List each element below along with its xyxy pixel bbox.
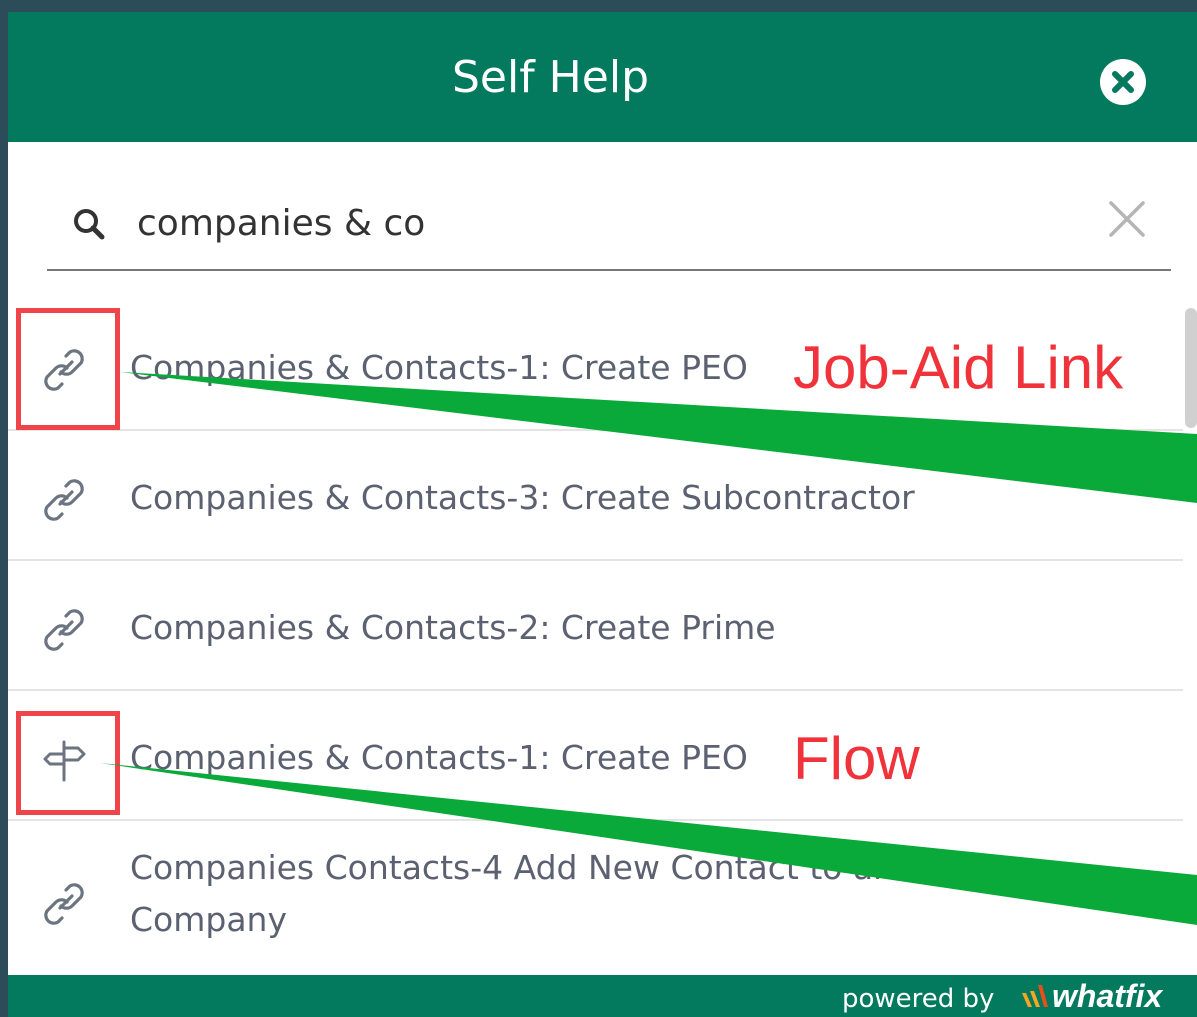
- whatfix-brand: whatfix: [1052, 978, 1163, 1014]
- result-item-label: Companies Contacts-4 Add New Contact to …: [130, 848, 1036, 939]
- result-item[interactable]: Companies & Contacts-1: Create PEO: [8, 692, 1183, 821]
- result-item-label: Companies & Contacts-1: Create PEO: [130, 738, 748, 777]
- whatfix-logo-icon: [1022, 985, 1048, 1007]
- link-icon: [44, 609, 84, 651]
- self-help-panel: Self Help Companies & Contacts-: [8, 12, 1197, 1017]
- result-item-label: Companies & Contacts-2: Create Prime: [130, 608, 776, 647]
- powered-by-text: powered by: [842, 984, 995, 1014]
- search-input[interactable]: [137, 197, 1077, 249]
- result-item[interactable]: Companies & Contacts-2: Create Prime: [8, 562, 1183, 691]
- annotation-label-flow: Flow: [793, 725, 920, 792]
- annotation-box-job-aid: [16, 308, 120, 430]
- close-button[interactable]: [1100, 59, 1146, 105]
- results-list: Companies & Contacts-1: Create PEO Compa…: [8, 302, 1197, 975]
- result-item-label: Companies & Contacts-1: Create PEO: [130, 348, 748, 387]
- panel-footer: powered by whatfix: [8, 975, 1197, 1017]
- result-item[interactable]: Companies Contacts-4 Add New Contact to …: [8, 822, 1183, 975]
- link-icon: [44, 883, 84, 925]
- link-icon: [44, 479, 84, 521]
- panel-header: Self Help: [8, 12, 1197, 142]
- search-box: [47, 175, 1171, 271]
- clear-search-icon[interactable]: [1105, 197, 1149, 241]
- panel-title: Self Help: [451, 52, 649, 103]
- annotation-label-job-aid: Job-Aid Link: [793, 334, 1124, 401]
- result-item-label: Companies & Contacts-3: Create Subcontra…: [130, 478, 915, 517]
- close-circle-icon: [1112, 71, 1134, 93]
- search-icon: [74, 209, 105, 240]
- annotation-box-flow: [16, 711, 120, 815]
- results-scrollbar[interactable]: [1185, 308, 1197, 428]
- result-item[interactable]: Companies & Contacts-3: Create Subcontra…: [8, 432, 1183, 561]
